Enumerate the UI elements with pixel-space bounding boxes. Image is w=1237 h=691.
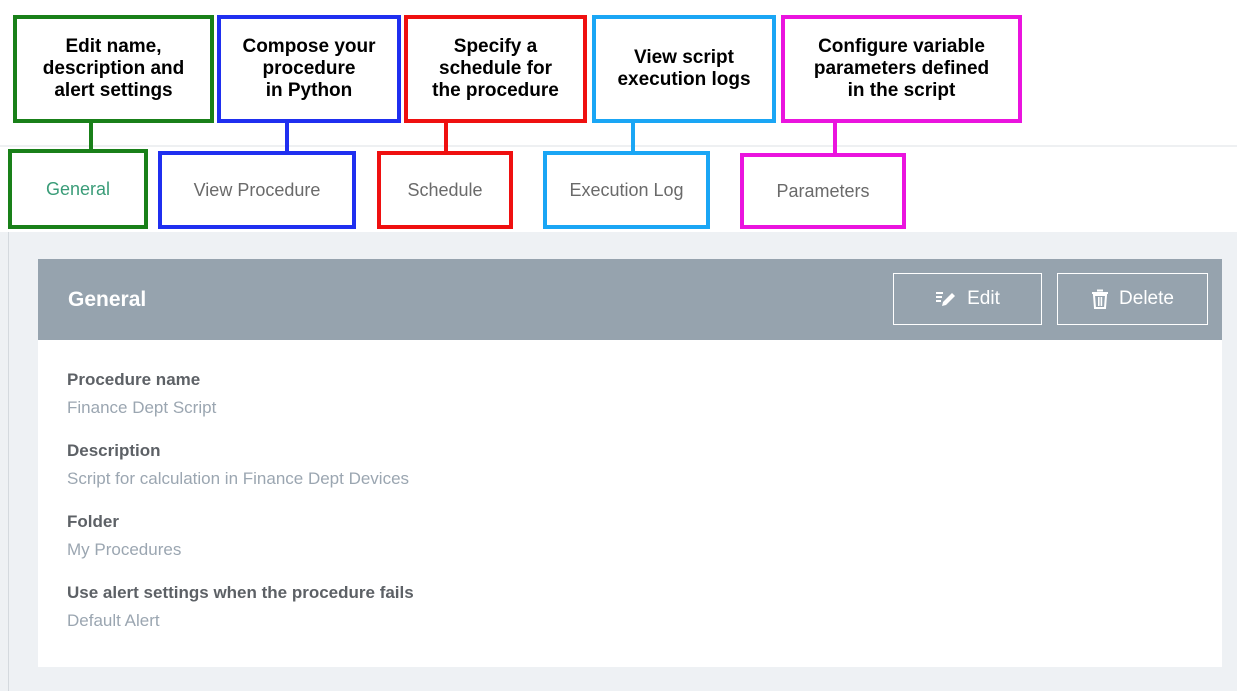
trash-icon [1091,289,1109,309]
callout-general: Edit name, description and alert setting… [13,15,214,123]
tab-parameters-label: Parameters [776,180,870,201]
connector-parameters [833,123,837,153]
field-value: Default Alert [67,611,160,630]
tab-execution-log-label: Execution Log [569,179,684,200]
field-value: Script for calculation in Finance Dept D… [67,469,410,488]
callout-execution-log: View script execution logs [592,15,776,123]
connector-execution-log [631,123,635,153]
field-description: Description Script for calculation in Fi… [67,440,409,490]
general-card: General Edit Delete Procedure name Finan… [38,259,1222,667]
content-left-border [8,232,9,691]
field-label: Folder [67,512,119,531]
edit-button-label: Edit [967,288,1000,309]
field-value: Finance Dept Script [67,398,217,417]
tab-execution-log[interactable]: Execution Log [543,151,710,229]
tab-strip-divider [0,145,1237,147]
field-folder: Folder My Procedures [67,511,181,561]
tab-general-label: General [45,178,111,199]
tab-parameters[interactable]: Parameters [740,153,906,229]
connector-schedule [444,123,448,153]
tab-schedule-label: Schedule [407,179,483,200]
tab-view-procedure-label: View Procedure [193,179,321,200]
tab-schedule[interactable]: Schedule [377,151,513,229]
field-alert-settings: Use alert settings when the procedure fa… [67,582,414,632]
callout-view-procedure: Compose your procedure in Python [217,15,401,123]
delete-button-label: Delete [1119,288,1174,309]
edit-button[interactable]: Edit [893,273,1042,325]
field-procedure-name: Procedure name Finance Dept Script [67,369,216,419]
tab-general[interactable]: General [8,149,148,229]
field-label: Description [67,441,161,460]
field-label: Procedure name [67,370,201,389]
callout-parameters: Configure variable parameters defined in… [781,15,1022,123]
callout-schedule: Specify a schedule for the procedure [404,15,587,123]
tab-view-procedure[interactable]: View Procedure [158,151,356,229]
card-title: General [68,288,147,311]
connector-general [89,123,93,151]
edit-icon [935,290,957,308]
field-value: My Procedures [67,540,182,559]
connector-view-procedure [285,123,289,153]
card-header: General Edit Delete [38,259,1222,340]
delete-button[interactable]: Delete [1057,273,1208,325]
field-label: Use alert settings when the procedure fa… [67,583,414,602]
